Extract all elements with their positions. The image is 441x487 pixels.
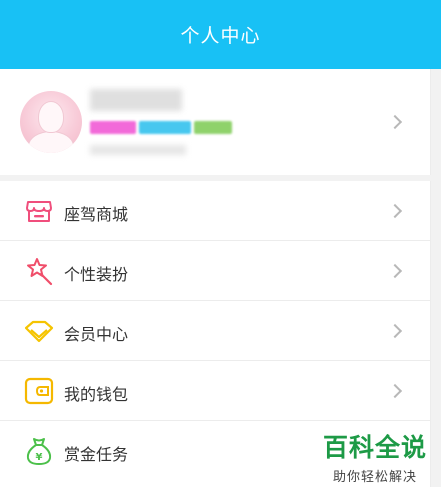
- chevron-right-icon: [387, 323, 403, 339]
- top-bar: 个人中心: [0, 0, 441, 69]
- menu-item-label: 我的钱包: [64, 385, 129, 404]
- blurred-user-info: [90, 145, 186, 155]
- vip-badge: [139, 121, 191, 134]
- watermark-subtitle: 助你轻松解决: [332, 470, 417, 485]
- blurred-username: [90, 89, 182, 111]
- watermark-title: 百科全说: [322, 433, 427, 462]
- magic-wand-icon: [27, 258, 53, 286]
- menu-item-label: 个性装扮: [64, 265, 129, 284]
- chevron-right-icon: [387, 263, 403, 279]
- menu-item-label: 赏金任务: [64, 445, 129, 464]
- chevron-right-icon: [387, 203, 403, 219]
- money-bag-icon: ¥: [26, 438, 52, 465]
- wallet-icon: [24, 377, 54, 405]
- profile-card[interactable]: [0, 69, 431, 175]
- menu-item-label: 座驾商城: [64, 205, 129, 224]
- menu-item-label: 会员中心: [64, 325, 129, 344]
- page-title: 个人中心: [180, 25, 261, 47]
- menu-item-member-center[interactable]: 会员中心: [0, 301, 430, 361]
- level-badge: [90, 121, 136, 134]
- menu-item-car-store[interactable]: 座驾商城: [0, 181, 430, 241]
- honor-badge: [194, 121, 232, 134]
- svg-text:¥: ¥: [36, 452, 43, 463]
- avatar-icon[interactable]: [20, 91, 82, 153]
- chevron-right-icon: [387, 114, 403, 130]
- watermark-logo: 百科全说 助你轻松解决: [315, 428, 435, 485]
- chevron-right-icon: [387, 383, 403, 399]
- menu-item-personal-dressup[interactable]: 个性装扮: [0, 241, 430, 301]
- diamond-icon: [24, 320, 54, 343]
- menu-item-my-wallet[interactable]: 我的钱包: [0, 361, 430, 421]
- store-icon: [26, 201, 52, 222]
